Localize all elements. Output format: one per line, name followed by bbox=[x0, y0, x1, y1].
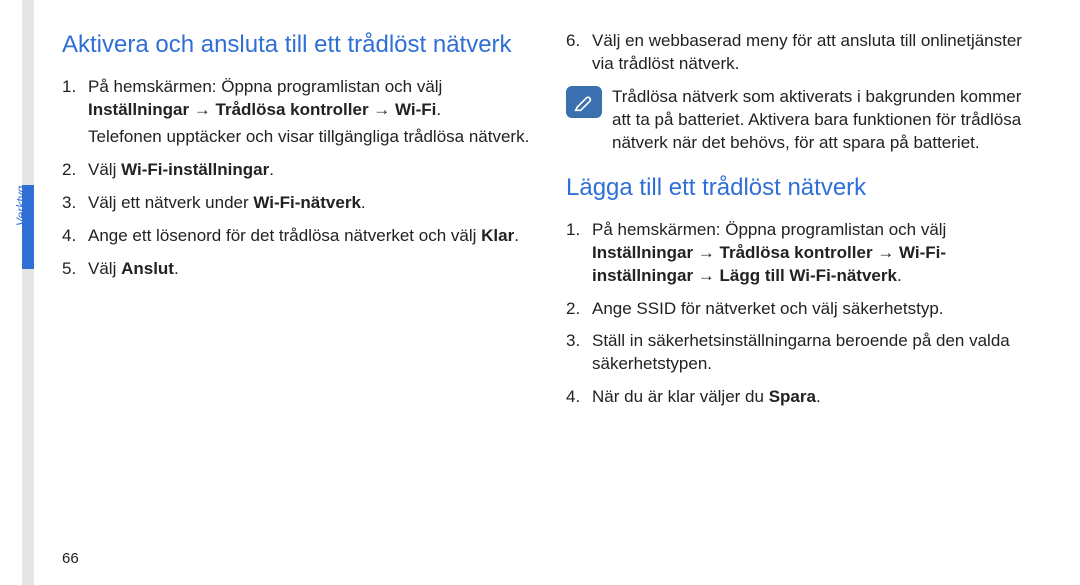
text: . bbox=[436, 100, 441, 119]
step-text: Välj Wi-Fi-inställningar. bbox=[88, 159, 274, 182]
text: . bbox=[269, 160, 274, 179]
note-text: Trådlösa nätverk som aktiverats i bakgru… bbox=[612, 86, 1040, 155]
step-number: 1. bbox=[566, 219, 592, 288]
side-tab-bar: Verktyg bbox=[0, 0, 38, 585]
list-item: 1. På hemskärmen: Öppna programlistan oc… bbox=[62, 76, 536, 149]
step-number: 2. bbox=[62, 159, 88, 182]
bold-text: Inställningar → Trådlösa kontroller → Wi… bbox=[88, 100, 436, 119]
step-number: 4. bbox=[62, 225, 88, 248]
page-content: Aktivera och ansluta till ett trådlöst n… bbox=[62, 30, 1040, 419]
steps-activate-connect-continued: 6. Välj en webbaserad meny för att anslu… bbox=[566, 30, 1040, 76]
text: På hemskärmen: Öppna programlistan och v… bbox=[592, 220, 946, 239]
text: Ange SSID för nätverket och välj säkerhe… bbox=[592, 299, 944, 318]
step-text: Ange ett lösenord för det trådlösa nätve… bbox=[88, 225, 519, 248]
page-number: 66 bbox=[62, 550, 79, 567]
steps-add-network: 1. På hemskärmen: Öppna programlistan oc… bbox=[566, 219, 1040, 410]
column-right: 6. Välj en webbaserad meny för att anslu… bbox=[566, 30, 1040, 419]
text: Ställ in säkerhetsinställningarna beroen… bbox=[592, 331, 1010, 373]
text: . bbox=[897, 266, 902, 285]
note-icon bbox=[566, 86, 602, 118]
step-text: På hemskärmen: Öppna programlistan och v… bbox=[88, 76, 536, 149]
step-text: Välj en webbaserad meny för att ansluta … bbox=[592, 30, 1040, 76]
bold-text: Anslut bbox=[121, 259, 174, 278]
step-text: Välj ett nätverk under Wi-Fi-nätverk. bbox=[88, 192, 366, 215]
bold-text: Wi-Fi-inställningar bbox=[121, 160, 269, 179]
text: . bbox=[816, 387, 821, 406]
step-subtext: Telefonen upptäcker och visar tillgängli… bbox=[88, 126, 536, 149]
step-number: 6. bbox=[566, 30, 592, 76]
side-seg-bottom bbox=[22, 269, 34, 585]
list-item: 3. Välj ett nätverk under Wi-Fi-nätverk. bbox=[62, 192, 366, 215]
text: . bbox=[174, 259, 179, 278]
text: När du är klar väljer du bbox=[592, 387, 769, 406]
step-text: När du är klar väljer du Spara. bbox=[592, 386, 821, 409]
column-left: Aktivera och ansluta till ett trådlöst n… bbox=[62, 30, 536, 419]
text: Välj en webbaserad meny för att ansluta … bbox=[592, 31, 1022, 73]
list-item: 6. Välj en webbaserad meny för att anslu… bbox=[566, 30, 1040, 76]
step-text: Ställ in säkerhetsinställningarna beroen… bbox=[592, 330, 1040, 376]
step-text: Ange SSID för nätverket och välj säkerhe… bbox=[592, 298, 944, 321]
step-number: 2. bbox=[566, 298, 592, 321]
text: Välj bbox=[88, 259, 121, 278]
side-section-label: Verktyg bbox=[14, 186, 28, 226]
note-box: Trådlösa nätverk som aktiverats i bakgru… bbox=[566, 86, 1040, 155]
text: Välj ett nätverk under bbox=[88, 193, 253, 212]
text: . bbox=[361, 193, 366, 212]
bold-text: Inställningar → Trådlösa kontroller → Wi… bbox=[592, 243, 946, 285]
heading-add-network: Lägga till ett trådlöst nätverk bbox=[566, 173, 1040, 203]
list-item: 4. Ange ett lösenord för det trådlösa nä… bbox=[62, 225, 519, 248]
text: Välj bbox=[88, 160, 121, 179]
bold-text: Wi-Fi-nätverk bbox=[253, 193, 361, 212]
heading-activate-connect: Aktivera och ansluta till ett trådlöst n… bbox=[62, 30, 536, 60]
steps-activate-connect: 1. På hemskärmen: Öppna programlistan oc… bbox=[62, 76, 536, 281]
step-text: På hemskärmen: Öppna programlistan och v… bbox=[592, 219, 1040, 288]
list-item: 4. När du är klar väljer du Spara. bbox=[566, 386, 821, 409]
text: På hemskärmen: Öppna programlistan och v… bbox=[88, 77, 442, 96]
step-number: 4. bbox=[566, 386, 592, 409]
step-number: 5. bbox=[62, 258, 88, 281]
list-item: 1. På hemskärmen: Öppna programlistan oc… bbox=[566, 219, 1040, 288]
side-seg-top bbox=[22, 0, 34, 185]
list-item: 5. Välj Anslut. bbox=[62, 258, 179, 281]
text: Ange ett lösenord för det trådlösa nätve… bbox=[88, 226, 481, 245]
text: . bbox=[514, 226, 519, 245]
list-item: 3. Ställ in säkerhetsinställningarna ber… bbox=[566, 330, 1040, 376]
step-number: 3. bbox=[62, 192, 88, 215]
bold-text: Spara bbox=[769, 387, 816, 406]
bold-text: Klar bbox=[481, 226, 514, 245]
list-item: 2. Välj Wi-Fi-inställningar. bbox=[62, 159, 274, 182]
step-text: Välj Anslut. bbox=[88, 258, 179, 281]
list-item: 2. Ange SSID för nätverket och välj säke… bbox=[566, 298, 944, 321]
step-number: 1. bbox=[62, 76, 88, 149]
step-number: 3. bbox=[566, 330, 592, 376]
